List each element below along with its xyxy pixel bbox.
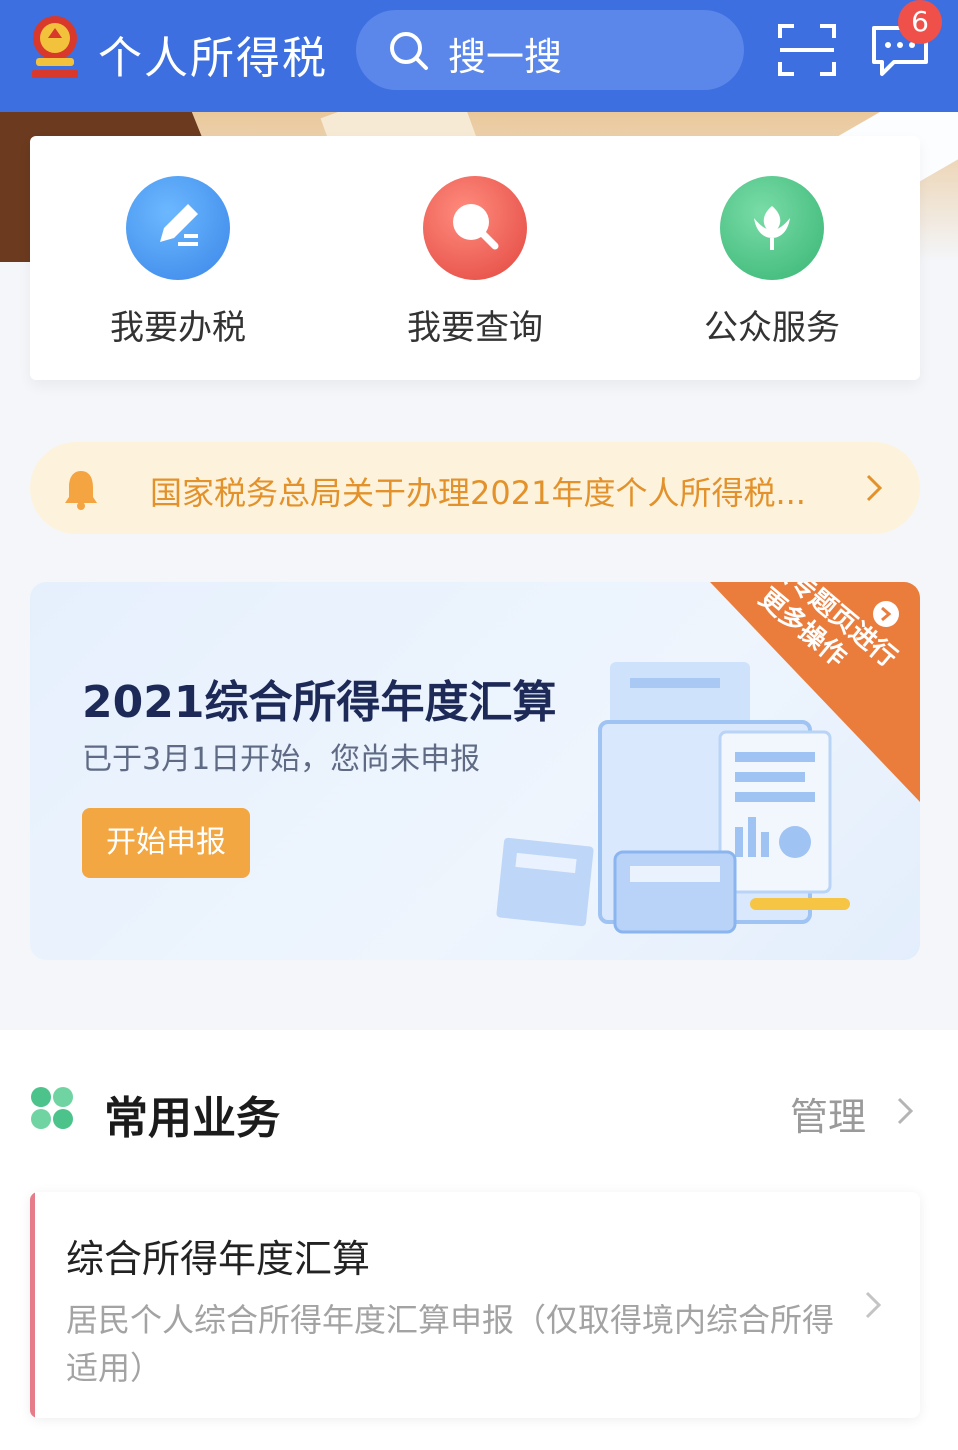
- section-title: 常用业务: [104, 1093, 280, 1144]
- promo-subtitle: 已于3月1日开始，您尚未申报: [82, 742, 481, 777]
- notice-bar[interactable]: 国家税务总局关于办理2021年度个人所得税...: [30, 442, 920, 534]
- business-item-description: 居民个人综合所得年度汇算申报（仅取得境内综合所得适用）: [66, 1301, 835, 1387]
- pen-icon: [126, 176, 230, 280]
- accent-bar: [30, 1192, 35, 1418]
- annual-settlement-card[interactable]: 2021综合所得年度汇算 已于3月1日开始，您尚未申报 开始申报 进入专题页进行…: [30, 582, 920, 960]
- business-item-annual-settlement[interactable]: 综合所得年度汇算 居民个人综合所得年度汇算申报（仅取得境内综合所得适用）: [30, 1192, 920, 1418]
- search-placeholder: 搜一搜: [448, 35, 563, 79]
- quick-item-label: 公众服务: [704, 308, 840, 348]
- chevron-right-icon[interactable]: [896, 1096, 914, 1126]
- manage-link[interactable]: 管理: [790, 1086, 866, 1141]
- app-title: 个人所得税: [98, 33, 328, 84]
- quick-services-card: 我要办税 我要查询 公众服务: [30, 136, 920, 380]
- notice-text: 国家税务总局关于办理2021年度个人所得税...: [150, 474, 806, 512]
- common-business-section: 常用业务 管理 综合所得年度汇算 居民个人综合所得年度汇算申报（仅取得境内综合所…: [0, 1030, 958, 1450]
- quick-item-label: 我要办税: [110, 308, 246, 348]
- quick-item-query[interactable]: 我要查询: [375, 176, 575, 348]
- search-icon: [390, 32, 428, 70]
- start-filing-button[interactable]: 开始申报: [82, 808, 250, 878]
- flower-icon: [720, 176, 824, 280]
- quick-item-public-service[interactable]: 公众服务: [672, 176, 872, 348]
- quick-item-handle-tax[interactable]: 我要办税: [78, 176, 278, 348]
- apps-grid-icon: [31, 1087, 73, 1129]
- promo-title: 2021综合所得年度汇算: [82, 677, 557, 728]
- scan-icon[interactable]: [776, 20, 838, 80]
- chevron-right-icon: [865, 1291, 882, 1319]
- chevron-right-icon: [866, 474, 883, 502]
- bell-icon: [65, 471, 97, 510]
- message-badge: 6: [898, 0, 942, 44]
- tax-emblem-icon: [32, 16, 78, 78]
- quick-item-label: 我要查询: [407, 308, 543, 348]
- business-item-title: 综合所得年度汇算: [66, 1237, 371, 1281]
- magnifier-icon: [423, 176, 527, 280]
- search-bar[interactable]: 搜一搜: [356, 10, 744, 90]
- top-bar: 个人所得税 搜一搜 6: [0, 0, 958, 112]
